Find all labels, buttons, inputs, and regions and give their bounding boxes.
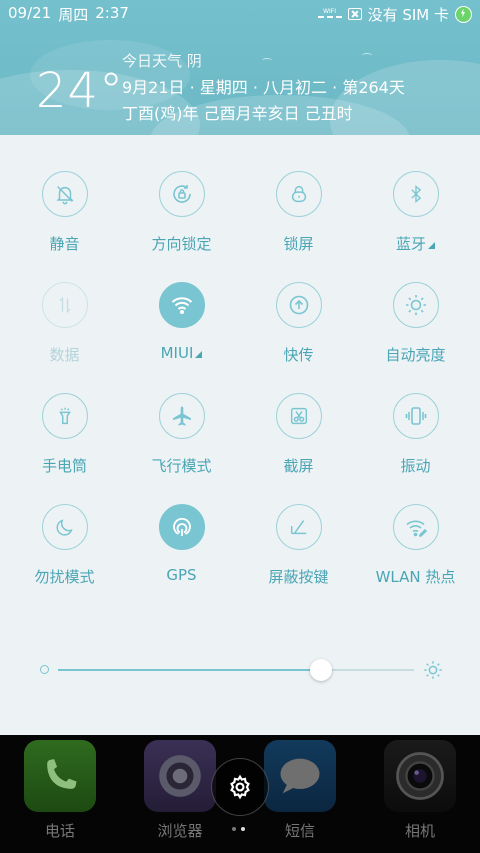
toggle-grid: 静音 方向锁定 锁屏 蓝牙 数据 MIUI 快传 自动亮度 手电筒 飞行模式 截… — [6, 171, 474, 586]
browser-icon — [144, 740, 216, 812]
toggle-auto-brightness[interactable]: 自动亮度 — [357, 282, 474, 364]
bluetooth-icon — [410, 185, 421, 203]
toggle-label: MIUI — [160, 344, 194, 362]
toggle-airplane-mode[interactable]: 飞行模式 — [123, 393, 240, 475]
wifi-icon — [171, 297, 192, 314]
page-dot — [232, 827, 236, 831]
weather-header[interactable]: 09/21 周四 2:37 WIFI 没有 SIM 卡 24° 今日天气 阴 9… — [0, 0, 480, 135]
toggle-label: 手电筒 — [41, 457, 87, 475]
toggle-label: 数据 — [49, 346, 80, 364]
menu-caret-icon — [428, 242, 435, 249]
bell-off-icon — [55, 186, 74, 205]
toggle-label: 振动 — [400, 457, 431, 475]
brightness-low-icon — [40, 665, 49, 674]
page-dot-active — [241, 827, 245, 831]
lock-icon — [291, 185, 306, 203]
app-label: 短信 — [284, 822, 315, 840]
rotation-lock-icon — [172, 185, 191, 203]
toggle-lock-screen[interactable]: 锁屏 — [240, 171, 357, 253]
brightness-slider[interactable] — [40, 659, 444, 683]
date-line: 9月21日 · 星期四 · 八月初二 · 第264天 — [122, 78, 405, 97]
toggle-label: 蓝牙 — [395, 235, 426, 253]
quick-settings-panel: 静音 方向锁定 锁屏 蓝牙 数据 MIUI 快传 自动亮度 手电筒 飞行模式 截… — [0, 135, 480, 735]
toggle-bluetooth[interactable]: 蓝牙 — [357, 171, 474, 253]
toggle-screenshot[interactable]: 截屏 — [240, 393, 357, 475]
status-weekday: 周四 — [58, 5, 89, 24]
battery-charging-icon — [455, 5, 472, 23]
toggle-label: 截屏 — [283, 457, 314, 475]
weather-info: 今日天气 阴 9月21日 · 星期四 · 八月初二 · 第264天 丁酉(鸡)年… — [122, 50, 405, 124]
wifi-status-icon: WIFI — [317, 9, 342, 19]
app-dock: 电话 浏览器 短信 相机 — [0, 735, 480, 853]
message-icon — [264, 740, 336, 812]
scissors-icon — [290, 407, 307, 425]
weather-condition: 今日天气 阴 — [122, 52, 202, 70]
flashlight-icon — [58, 407, 71, 425]
airplane-icon — [172, 406, 191, 426]
toggle-mobile-data[interactable]: 数据 — [6, 282, 123, 364]
gear-icon — [230, 774, 250, 800]
temperature: 24° — [36, 63, 125, 119]
toggle-label: WLAN 热点 — [375, 568, 456, 586]
toggle-rotation-lock[interactable]: 方向锁定 — [123, 171, 240, 253]
settings-button[interactable] — [211, 758, 269, 816]
toggle-label: 勿扰模式 — [34, 568, 95, 586]
menu-caret-icon — [195, 351, 203, 358]
moon-icon — [56, 519, 73, 536]
toggle-label: 方向锁定 — [151, 235, 212, 253]
toggle-silent[interactable]: 静音 — [6, 171, 123, 253]
hotspot-icon — [405, 520, 427, 537]
toggle-vibrate[interactable]: 振动 — [357, 393, 474, 475]
toggle-label: GPS — [166, 566, 197, 584]
toggle-wifi[interactable]: MIUI — [123, 282, 240, 364]
toggle-label: 锁屏 — [283, 235, 314, 253]
toggle-gps[interactable]: GPS — [123, 504, 240, 586]
upload-icon — [289, 295, 308, 315]
no-sim-icon — [347, 8, 362, 20]
status-time: 2:37 — [95, 3, 129, 22]
app-label: 电话 — [44, 822, 75, 840]
block-keys-icon — [290, 520, 306, 535]
brightness-fill — [58, 669, 322, 671]
app-label: 浏览器 — [157, 822, 203, 840]
toggle-flashlight[interactable]: 手电筒 — [6, 393, 123, 475]
sun-icon — [405, 295, 426, 315]
toggle-label: 飞行模式 — [151, 457, 212, 475]
toggle-block-keys[interactable]: 屏蔽按键 — [240, 504, 357, 586]
toggle-label: 快传 — [283, 346, 314, 364]
app-label: 相机 — [404, 822, 435, 840]
app-camera[interactable]: 相机 — [360, 740, 480, 841]
page-indicator — [232, 827, 245, 831]
lunar-date-line: 丁酉(鸡)年 己酉月辛亥日 己丑时 — [122, 104, 353, 123]
brightness-track[interactable] — [58, 659, 414, 681]
toggle-wlan-hotspot[interactable]: WLAN 热点 — [357, 504, 474, 586]
toggle-do-not-disturb[interactable]: 勿扰模式 — [6, 504, 123, 586]
brightness-thumb[interactable] — [310, 659, 333, 681]
phone-icon — [24, 740, 96, 812]
toggle-quick-send[interactable]: 快传 — [240, 282, 357, 364]
vibrate-icon — [405, 407, 426, 425]
toggle-label: 静音 — [49, 235, 80, 253]
status-date: 09/21 — [8, 3, 52, 22]
status-bar: 09/21 周四 2:37 WIFI 没有 SIM 卡 — [0, 0, 480, 28]
sim-status-text: 没有 SIM 卡 — [367, 5, 449, 24]
gps-icon — [172, 517, 191, 536]
app-phone[interactable]: 电话 — [0, 740, 120, 841]
brightness-high-icon — [424, 661, 442, 679]
camera-icon — [384, 740, 456, 812]
data-arrows-icon — [59, 296, 70, 314]
toggle-label: 自动亮度 — [385, 346, 446, 364]
toggle-label: 屏蔽按键 — [268, 568, 329, 586]
